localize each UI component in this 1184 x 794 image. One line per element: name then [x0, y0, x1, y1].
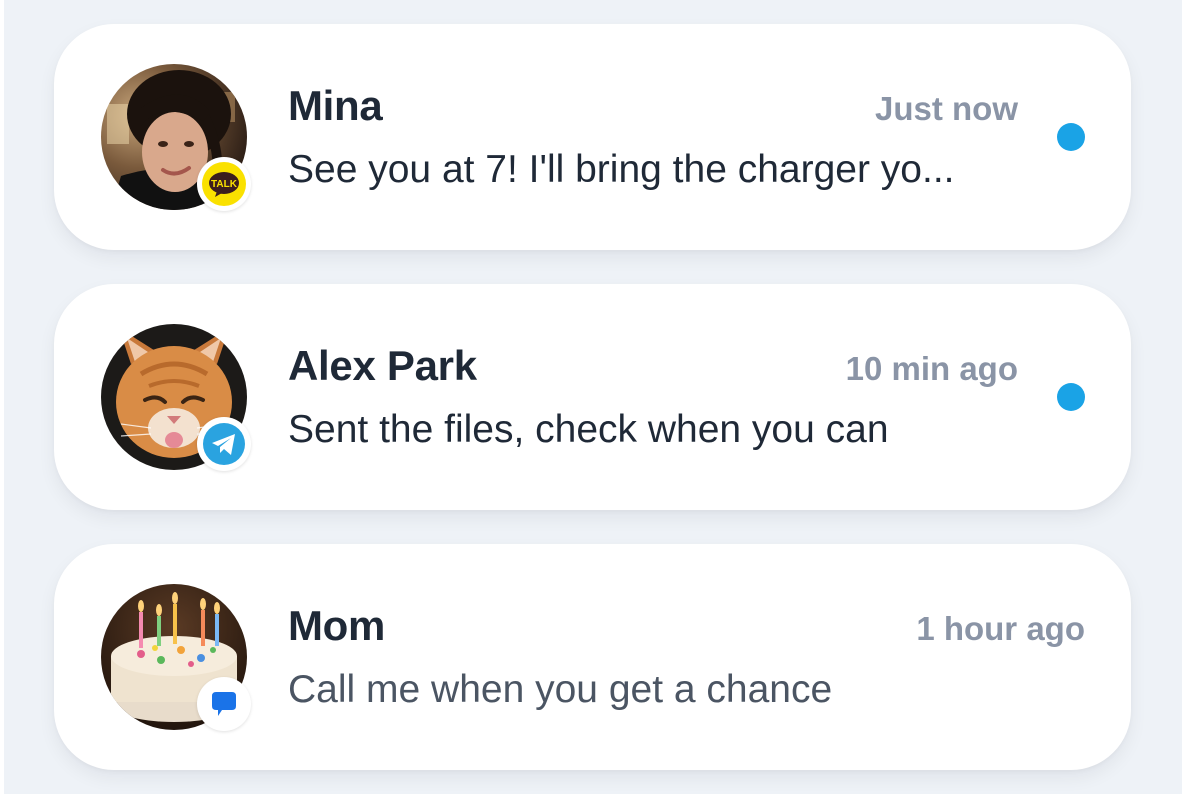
kakaotalk-icon: TALK	[197, 157, 251, 211]
telegram-icon	[197, 417, 251, 471]
google-messages-icon	[197, 677, 251, 731]
badge-label: TALK	[211, 179, 238, 190]
message-preview: Sent the files, check when you can	[288, 408, 889, 451]
timestamp: Just now	[874, 90, 1018, 127]
message-preview: Call me when you get a chance	[288, 668, 833, 711]
contact-name: Alex Park	[288, 342, 477, 389]
conversation-card-mom[interactable]: Mom 1 hour ago Call me when you get a ch…	[54, 544, 1131, 770]
conversation-list: TALK Mina Just now See you at 7! I'll br…	[4, 0, 1182, 794]
contact-name: Mom	[288, 602, 386, 649]
timestamp: 10 min ago	[845, 350, 1018, 387]
unread-indicator	[1057, 383, 1085, 411]
conversation-card-mina[interactable]: TALK Mina Just now See you at 7! I'll br…	[54, 24, 1131, 250]
conversation-card-alex-park[interactable]: Alex Park 10 min ago Sent the files, che…	[54, 284, 1131, 510]
timestamp: 1 hour ago	[916, 610, 1085, 647]
message-preview: See you at 7! I'll bring the charger yo.…	[288, 148, 955, 191]
unread-indicator	[1057, 123, 1085, 151]
contact-name: Mina	[288, 82, 383, 129]
